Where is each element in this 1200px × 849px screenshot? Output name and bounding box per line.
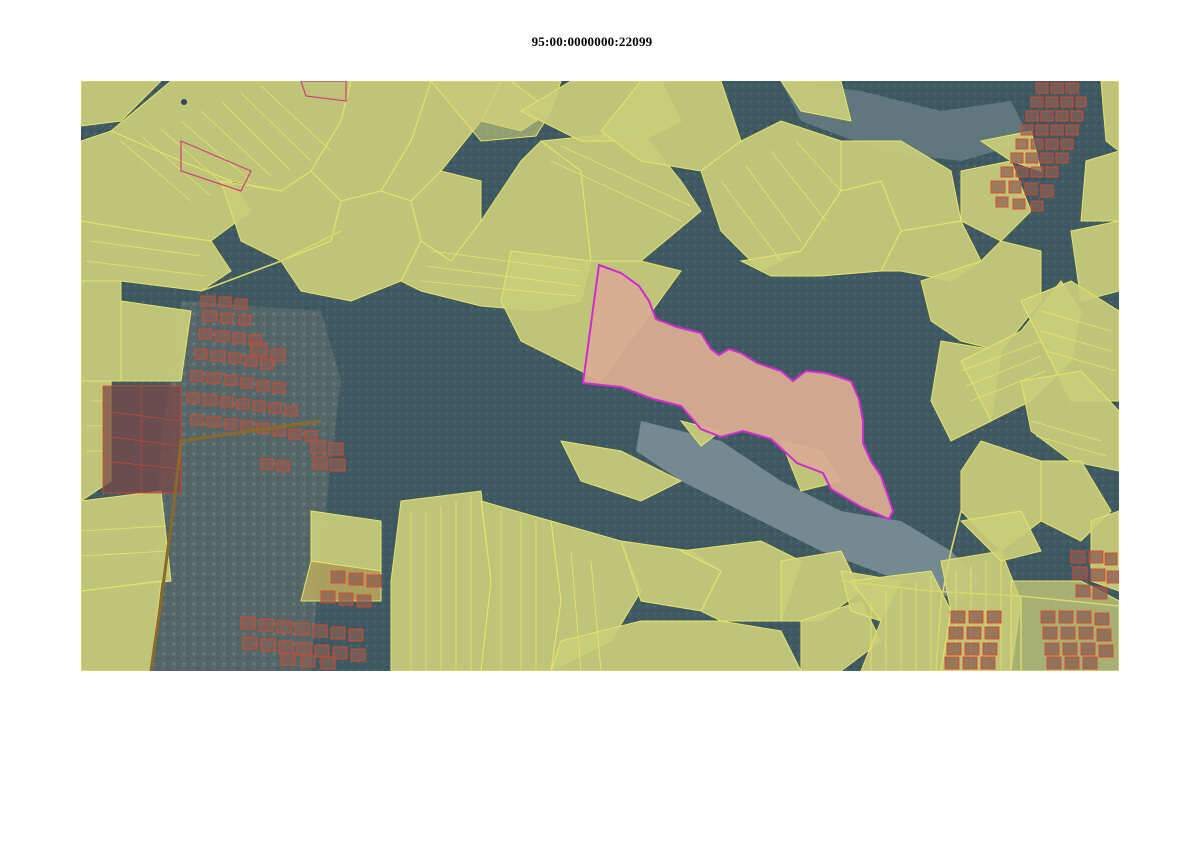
page-title: 95:00:0000000:22099 [531,34,653,49]
cadastral-map[interactable] [81,81,1119,671]
map-canvas[interactable] [81,81,1119,671]
cadastral-block-west [102,385,182,494]
map-point-marker [181,99,187,105]
